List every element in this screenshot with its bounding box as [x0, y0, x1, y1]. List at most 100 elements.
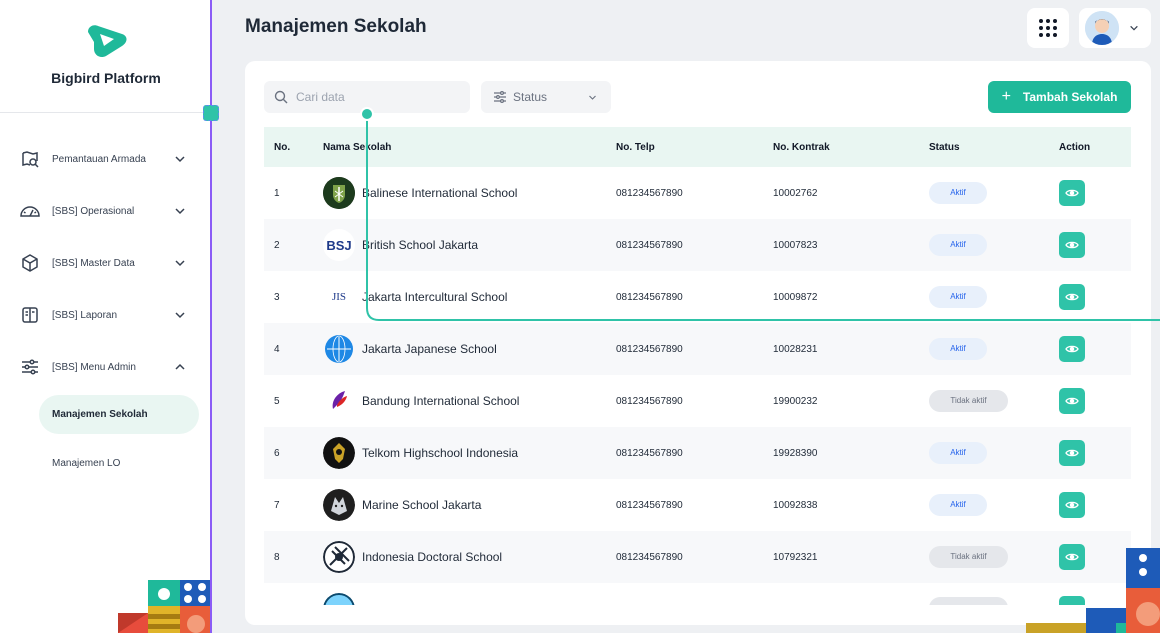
status-cell: Aktif	[929, 338, 1059, 360]
school-name-cell: BSJ British School Jakarta	[323, 229, 616, 261]
status-badge: Aktif	[929, 494, 987, 516]
status-filter-label: Status	[513, 90, 548, 104]
status-cell: Aktif	[929, 494, 1059, 516]
view-button[interactable]	[1059, 336, 1085, 362]
brand: Bigbird Platform	[0, 22, 210, 86]
status-badge: Tidak aktif	[929, 390, 1008, 412]
view-button[interactable]	[1059, 388, 1085, 414]
sidebar-item-label: [SBS] Laporan	[52, 309, 118, 321]
add-school-button[interactable]: + Tambah Sekolah	[988, 81, 1131, 113]
school-name-cell: Marine School Jakarta	[323, 489, 616, 521]
decorative-pattern	[118, 580, 210, 633]
grid-icon	[1039, 19, 1057, 37]
status-badge: Aktif	[929, 182, 987, 204]
contract-cell: 10092838	[773, 499, 818, 511]
sidebar-item-label: [SBS] Operasional	[52, 205, 135, 217]
table-row: 3 JIS Jakarta Intercultural School 08123…	[264, 271, 1131, 323]
phone-cell: 081234567890	[616, 239, 683, 251]
view-button[interactable]	[1059, 232, 1085, 258]
sidebar-subitem-manajemen-sekolah[interactable]: Manajemen Sekolah	[39, 395, 199, 434]
submenu: Manajemen Sekolah Manajemen LO	[0, 395, 210, 483]
sidebar-resize-handle[interactable]	[203, 105, 219, 121]
sidebar-subitem-manajemen-lo[interactable]: Manajemen LO	[39, 444, 199, 483]
chevron-down-icon	[175, 156, 185, 163]
status-cell: Aktif	[929, 442, 1059, 464]
status-filter-select[interactable]: Status	[481, 81, 611, 113]
bsj-logo-text: BSJ	[326, 237, 352, 253]
status-badge: Aktif	[929, 234, 987, 256]
table-header: No. Nama Sekolah No. Telp No. Kontrak St…	[264, 127, 1131, 167]
school-name: Jakarta Japanese School	[362, 342, 497, 356]
jis-logo-icon: JIS	[323, 281, 355, 313]
search-input[interactable]	[296, 90, 456, 104]
jis-logo-text: JIS	[331, 291, 347, 303]
school-name: Telkom Highschool Indonesia	[362, 446, 519, 460]
column-header-telp: No. Telp	[616, 141, 655, 153]
phone-cell: 081234567890	[616, 187, 683, 199]
column-header-status: Status	[929, 141, 960, 153]
add-school-label: Tambah Sekolah	[1022, 90, 1118, 104]
sidebar-item-laporan[interactable]: [SBS] Laporan	[0, 289, 210, 341]
contract-cell: 10009872	[773, 291, 818, 303]
phone-cell: 081234567890	[616, 499, 683, 511]
row-number: 4	[274, 343, 280, 355]
table-row: 2 BSJ British School Jakarta 08123456789…	[264, 219, 1131, 271]
school-logo-partial-icon	[323, 593, 355, 605]
view-button[interactable]	[1059, 180, 1085, 206]
school-name: Marine School Jakarta	[362, 498, 482, 512]
sidebar-item-label: [SBS] Master Data	[52, 257, 135, 269]
school-name-cell: Jakarta Japanese School	[323, 333, 616, 365]
app-grid-button[interactable]	[1027, 8, 1069, 48]
row-number: 7	[274, 499, 280, 511]
school-table: No. Nama Sekolah No. Telp No. Kontrak St…	[264, 127, 1131, 605]
search-box[interactable]	[264, 81, 470, 113]
view-button[interactable]	[1059, 284, 1085, 310]
phone-cell: 081234567890	[616, 291, 683, 303]
school-name-cell: Bandung International School	[323, 385, 616, 417]
phone-cell: 081234567890	[616, 447, 683, 459]
bird-logo-icon	[323, 385, 355, 417]
sidebar-item-label: Pemantauan Armada	[52, 153, 146, 165]
table-row-partial	[264, 583, 1131, 605]
school-name-cell	[323, 593, 616, 605]
table-row: 7 Marine School Jakarta 081234567890 100…	[264, 479, 1131, 531]
table-body: 1 Balinese International School 08123456…	[264, 167, 1131, 605]
action-cell	[1059, 388, 1131, 414]
status-cell: Tidak aktif	[929, 390, 1059, 412]
sidebar-item-master-data[interactable]: [SBS] Master Data	[0, 237, 210, 289]
table-row: 8 Indonesia Doctoral School 081234567890…	[264, 531, 1131, 583]
phone-cell: 081234567890	[616, 551, 683, 563]
chevron-down-icon	[1130, 25, 1138, 31]
row-number: 1	[274, 187, 280, 199]
sidebar-item-operasional[interactable]: [SBS] Operasional	[0, 185, 210, 237]
view-button[interactable]	[1059, 440, 1085, 466]
sidebar-item-menu-admin[interactable]: [SBS] Menu Admin	[0, 341, 210, 393]
sidebar-divider	[0, 112, 210, 113]
school-name: British School Jakarta	[362, 238, 479, 252]
eye-icon	[1065, 501, 1079, 509]
chevron-down-icon	[175, 260, 185, 267]
column-header-no: No.	[274, 141, 291, 153]
row-number: 2	[274, 239, 280, 251]
dashboard-gauge-icon	[18, 199, 42, 223]
school-name: Jakarta Intercultural School	[362, 290, 508, 304]
profile-menu-button[interactable]	[1079, 8, 1151, 48]
table-row: 6 Telkom Highschool Indonesia 0812345678…	[264, 427, 1131, 479]
action-cell	[1059, 180, 1131, 206]
globe-logo-icon	[323, 333, 355, 365]
school-name-cell: Indonesia Doctoral School	[323, 541, 616, 573]
sidebar-item-pemantauan-armada[interactable]: Pemantauan Armada	[0, 133, 210, 185]
page-title: Manajemen Sekolah	[245, 16, 427, 37]
eye-icon	[1065, 449, 1079, 457]
bsj-logo-icon: BSJ	[323, 229, 355, 261]
row-number: 8	[274, 551, 280, 563]
eye-icon	[1065, 397, 1079, 405]
contract-cell: 10002762	[773, 187, 818, 199]
school-name-cell: JIS Jakarta Intercultural School	[323, 281, 616, 313]
status-cell: Aktif	[929, 286, 1059, 308]
view-button[interactable]	[1059, 492, 1085, 518]
action-cell	[1059, 492, 1131, 518]
column-header-action: Action	[1059, 141, 1091, 153]
emblem-logo-icon	[323, 437, 355, 469]
status-badge: Tidak aktif	[929, 546, 1008, 568]
